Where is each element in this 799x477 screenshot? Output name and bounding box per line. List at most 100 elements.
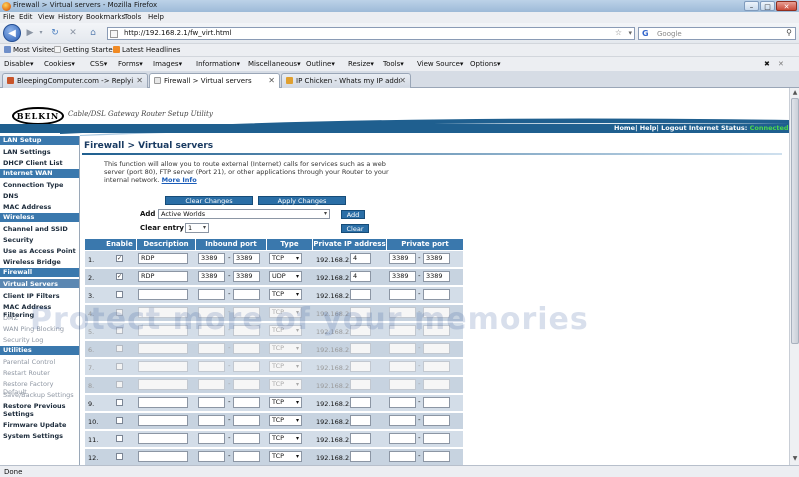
sidebar-item[interactable]: DNS: [3, 192, 19, 200]
clear-changes-button[interactable]: Clear Changes: [165, 196, 253, 205]
apply-changes-button[interactable]: Apply Changes: [258, 196, 346, 205]
dev-tools[interactable]: Tools▾: [383, 60, 404, 68]
protocol-select[interactable]: TCP ▾: [269, 451, 302, 462]
url-text[interactable]: http://192.168.2.1/fw_virt.html: [124, 29, 232, 37]
sidebar-item[interactable]: DHCP Client List: [3, 159, 63, 167]
inbound-port-start-input[interactable]: [198, 433, 225, 444]
description-input[interactable]: [138, 397, 188, 408]
description-input[interactable]: [138, 451, 188, 462]
enable-checkbox[interactable]: ✓: [116, 273, 123, 280]
protocol-select[interactable]: TCP ▾: [269, 289, 302, 300]
url-dropdown-icon[interactable]: ▾: [628, 29, 632, 37]
inbound-port-end-input[interactable]: [233, 433, 260, 444]
description-input[interactable]: [138, 289, 188, 300]
sidebar-item[interactable]: Channel and SSID: [3, 225, 68, 233]
private-ip-last-octet-input[interactable]: 4: [350, 271, 371, 282]
private-port-start-input[interactable]: [389, 397, 416, 408]
bookmark-star-icon[interactable]: ☆: [615, 28, 622, 37]
sidebar-item[interactable]: Virtual Servers: [3, 280, 58, 288]
history-dropdown-icon[interactable]: ▾: [37, 26, 45, 40]
inbound-port-start-input[interactable]: [198, 397, 225, 408]
enable-checkbox[interactable]: [116, 399, 123, 406]
private-port-end-input[interactable]: [423, 415, 450, 426]
menu-bookmarks[interactable]: Bookmarks: [86, 13, 125, 21]
enable-checkbox[interactable]: [116, 417, 123, 424]
sidebar-item[interactable]: Connection Type: [3, 181, 63, 189]
scrollbar-thumb[interactable]: [791, 98, 799, 344]
tab-ip-chicken[interactable]: IP Chicken - Whats my IP address? i... ✕: [281, 73, 411, 88]
private-port-start-input[interactable]: 3389: [389, 253, 416, 264]
search-placeholder[interactable]: Google: [657, 30, 682, 38]
reload-icon[interactable]: ↻: [49, 26, 61, 40]
back-button[interactable]: ◀: [3, 24, 21, 42]
menu-history[interactable]: History: [58, 13, 83, 21]
search-icon[interactable]: ⚲: [786, 28, 792, 37]
menu-view[interactable]: View: [38, 13, 55, 21]
inbound-port-end-input[interactable]: [233, 289, 260, 300]
sidebar-item[interactable]: Restore Previous Settings: [3, 402, 75, 418]
menu-help[interactable]: Help: [148, 13, 164, 21]
inbound-port-start-input[interactable]: [198, 289, 225, 300]
tab-close-icon[interactable]: ✕: [399, 76, 406, 85]
menu-edit[interactable]: Edit: [19, 13, 33, 21]
enable-checkbox[interactable]: [116, 453, 123, 460]
description-input[interactable]: RDP: [138, 253, 188, 264]
inbound-port-end-input[interactable]: 3389: [233, 271, 260, 282]
protocol-select[interactable]: TCP ▾: [269, 253, 302, 264]
dev-view-source[interactable]: View Source▾: [417, 60, 463, 68]
private-ip-last-octet-input[interactable]: [350, 289, 371, 300]
sidebar-item[interactable]: Wireless Bridge: [3, 258, 61, 266]
private-port-end-input[interactable]: [423, 289, 450, 300]
protocol-select[interactable]: TCP ▾: [269, 415, 302, 426]
private-port-end-input[interactable]: [423, 451, 450, 462]
clear-entry-select[interactable]: 1 ▾: [185, 223, 209, 233]
tab-close-icon[interactable]: ✕: [136, 76, 143, 85]
minimize-button[interactable]: –: [744, 1, 759, 11]
enable-checkbox[interactable]: [116, 435, 123, 442]
page-scrollbar[interactable]: ▲ ▼: [789, 88, 799, 465]
private-ip-last-octet-input[interactable]: 4: [350, 253, 371, 264]
private-port-start-input[interactable]: [389, 433, 416, 444]
description-input[interactable]: [138, 415, 188, 426]
dev-images[interactable]: Images▾: [153, 60, 182, 68]
add-button[interactable]: Add: [341, 210, 365, 219]
maximize-button[interactable]: □: [760, 1, 775, 11]
inbound-port-end-input[interactable]: [233, 415, 260, 426]
error-icon[interactable]: ✖: [764, 60, 770, 68]
private-port-start-input[interactable]: [389, 289, 416, 300]
sidebar-item[interactable]: Firmware Update: [3, 421, 66, 429]
stop-icon[interactable]: ✕: [67, 26, 79, 40]
tab-close-icon[interactable]: ✕: [268, 76, 275, 85]
enable-checkbox[interactable]: [116, 291, 123, 298]
private-ip-last-octet-input[interactable]: [350, 415, 371, 426]
clear-button[interactable]: Clear: [341, 224, 369, 233]
private-port-end-input[interactable]: [423, 433, 450, 444]
dev-forms[interactable]: Forms▾: [118, 60, 143, 68]
inbound-port-end-input[interactable]: 3389: [233, 253, 260, 264]
dev-css[interactable]: CSS▾: [90, 60, 107, 68]
dev-cookies[interactable]: Cookies▾: [44, 60, 75, 68]
forward-icon[interactable]: ▶: [24, 26, 36, 40]
sidebar-item[interactable]: Security: [3, 236, 33, 244]
search-box[interactable]: G Google ⚲: [638, 27, 796, 40]
description-input[interactable]: [138, 433, 188, 444]
dev-resize[interactable]: Resize▾: [348, 60, 374, 68]
dev-outline[interactable]: Outline▾: [306, 60, 335, 68]
private-port-end-input[interactable]: 3389: [423, 253, 450, 264]
enable-checkbox[interactable]: ✓: [116, 255, 123, 262]
router-top-links[interactable]: Home| Help| Logout Internet Status: Conn…: [614, 124, 789, 132]
protocol-select[interactable]: TCP ▾: [269, 433, 302, 444]
description-input[interactable]: RDP: [138, 271, 188, 282]
dev-miscellaneous[interactable]: Miscellaneous▾: [248, 60, 301, 68]
bookmark-most-visited[interactable]: Most Visited: [4, 46, 56, 54]
scroll-up-icon[interactable]: ▲: [791, 89, 799, 97]
inbound-port-start-input[interactable]: 3389: [198, 271, 225, 282]
private-port-end-input[interactable]: [423, 397, 450, 408]
tab-bleepingcomputer[interactable]: BleepingComputer.com -> Replyin... ✕: [2, 73, 148, 88]
private-port-end-input[interactable]: 3389: [423, 271, 450, 282]
private-port-start-input[interactable]: [389, 415, 416, 426]
tab-virtual-servers[interactable]: Firewall > Virtual servers ✕: [149, 73, 280, 89]
home-icon[interactable]: ⌂: [87, 26, 99, 40]
close-window-button[interactable]: ✕: [776, 1, 797, 11]
add-service-select[interactable]: Active Worlds ▾: [158, 209, 330, 219]
